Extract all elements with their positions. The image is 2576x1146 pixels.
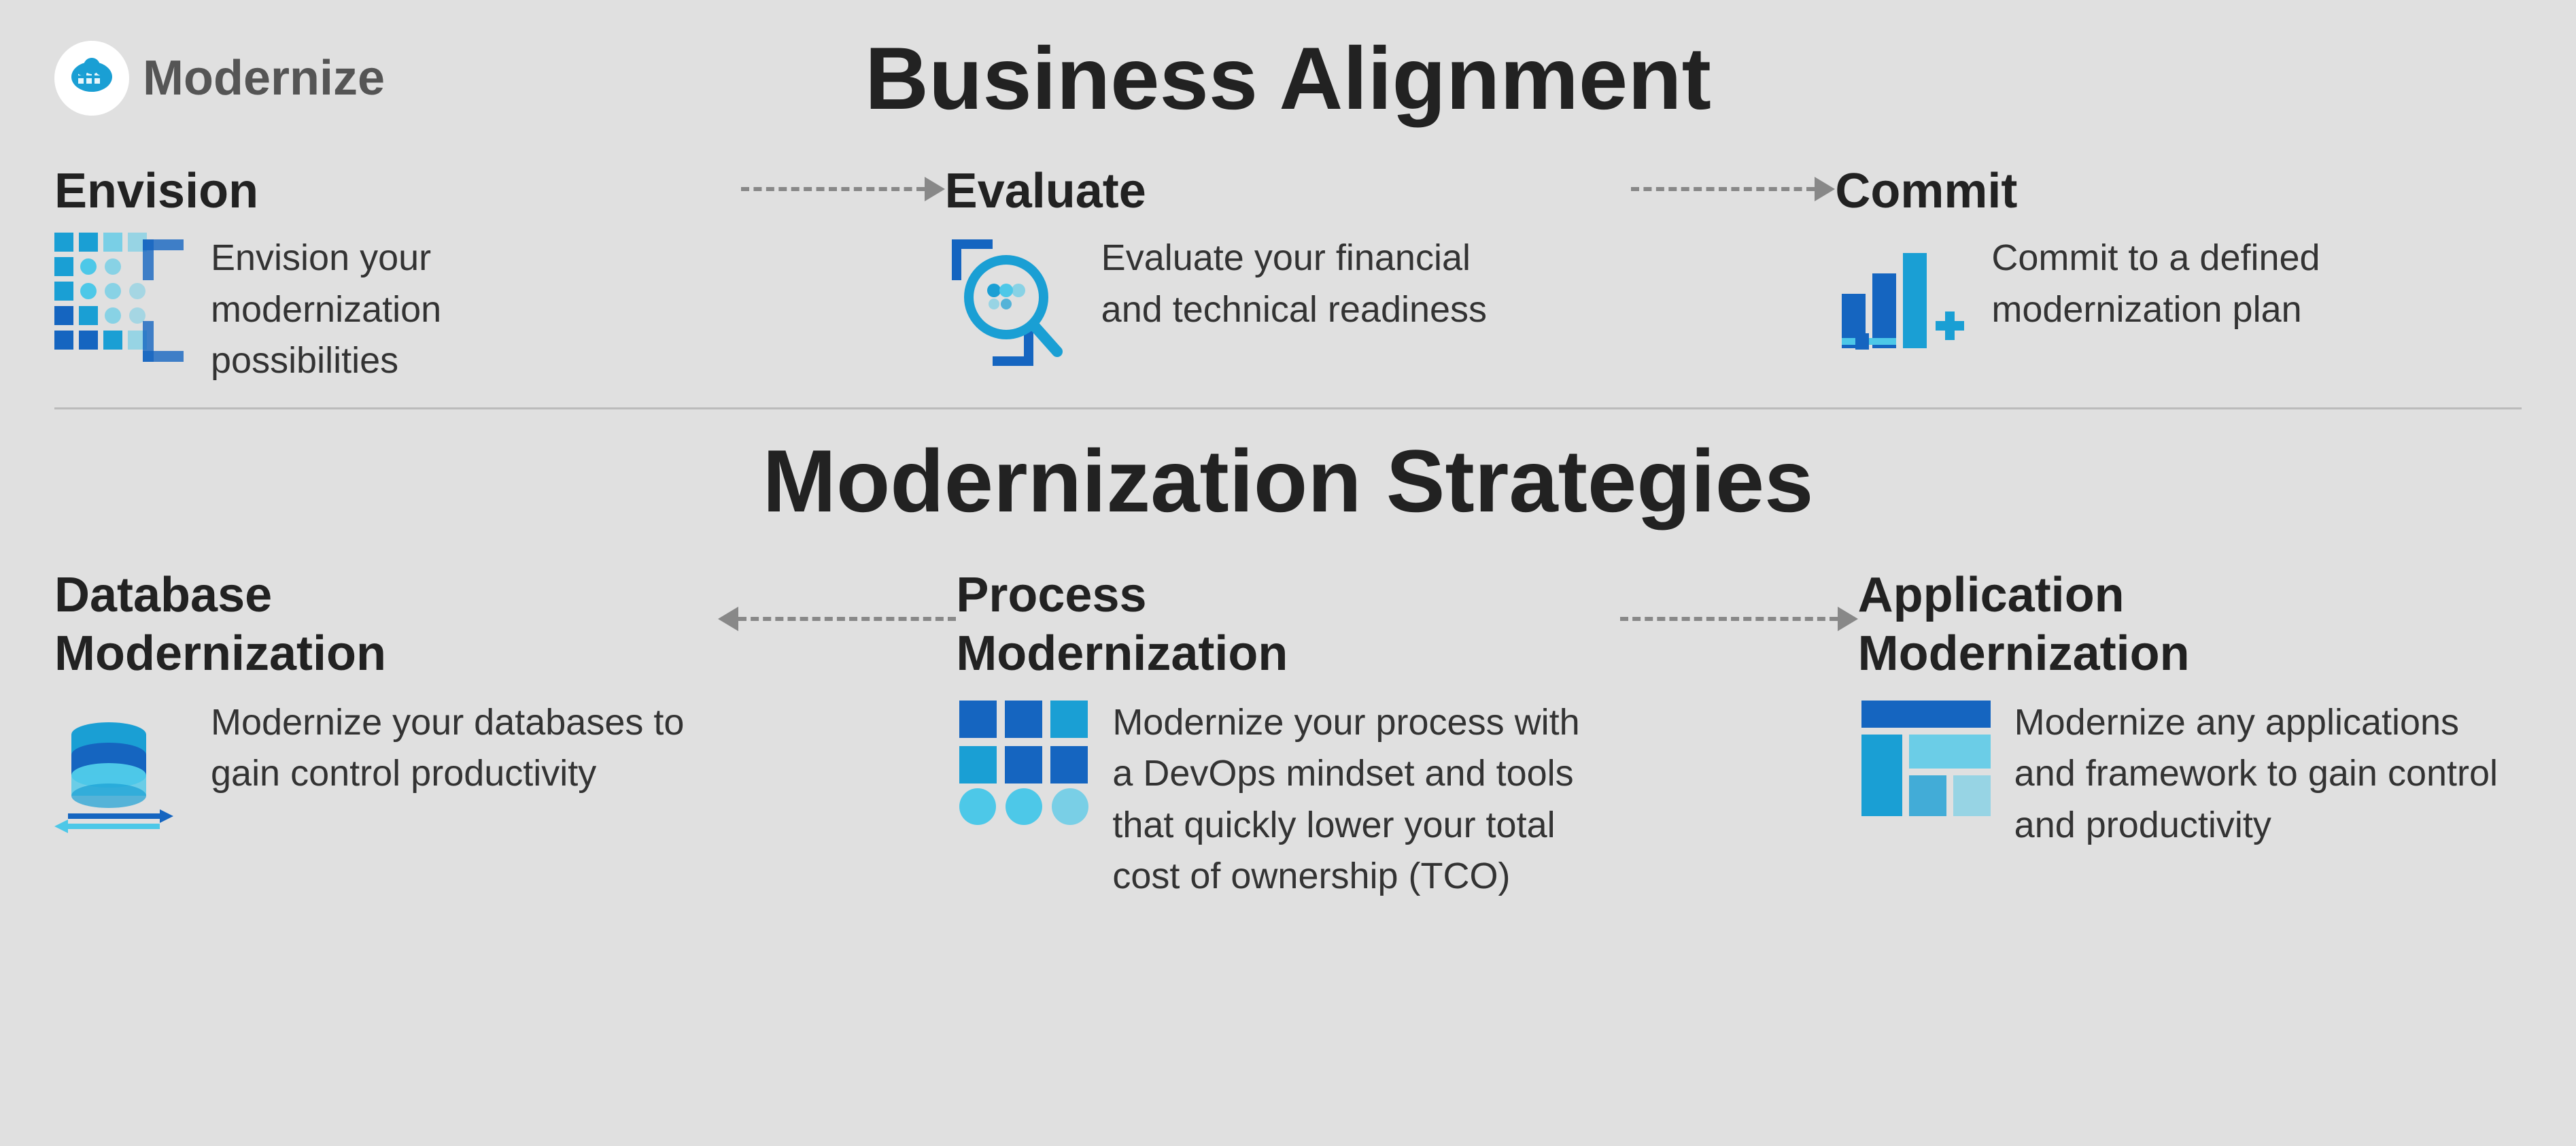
section-divider [54,407,2522,409]
modernization-strategies-row: Database Modernization [54,566,2522,903]
ms-item-process: Process Modernization Mo [956,566,1619,903]
header: Modernize Business Alignment [54,27,2522,129]
ms-item-application: Application Modernization Modernize [1858,566,2522,852]
logo-text: Modernize [143,50,385,106]
ba-item-envision: Envision [54,163,741,387]
dotted-line-2 [1631,187,1815,191]
dotted-line-1 [741,187,925,191]
arrow-right-3 [1838,607,1858,631]
database-text: Modernize your databases to gain control… [211,697,700,800]
arrow-envision-evaluate [741,163,945,201]
database-content: Modernize your databases to gain control… [54,697,700,837]
envision-content: Envision your modernization possibilitie… [54,233,619,387]
arrow-process-application [1620,566,1858,631]
dotted-line-4 [1620,617,1838,621]
envision-text: Envision your modernization possibilitie… [211,233,619,387]
business-alignment-title: Business Alignment [54,27,2522,129]
arrow-right-1 [925,177,945,201]
logo-icon [54,41,129,116]
dotted-line-3 [738,617,956,621]
business-alignment-row: Envision [54,163,2522,387]
process-label: Process Modernization [956,566,1288,684]
application-label: Application Modernization [1858,566,2190,684]
ba-item-evaluate: Evaluate [945,163,1632,386]
arrow-right-2 [1815,177,1835,201]
application-content: Modernize any applications and framework… [1858,697,2504,852]
evaluate-icon [945,233,1081,386]
application-icon [1858,697,1994,823]
ms-item-database: Database Modernization [54,566,718,837]
envision-label: Envision [54,163,258,219]
commit-label: Commit [1835,163,2017,219]
database-icon [54,697,190,837]
evaluate-text: Evaluate your financial and technical re… [1101,233,1509,335]
ba-item-commit: Commit Commit to a defined modernization [1835,163,2522,372]
arrow-database-process [718,566,956,631]
arrow-evaluate-commit [1631,163,1835,201]
modernization-strategies-title: Modernization Strategies [54,430,2522,532]
process-text: Modernize your process with a DevOps min… [1112,697,1602,903]
evaluate-content: Evaluate your financial and technical re… [945,233,1509,386]
evaluate-label: Evaluate [945,163,1146,219]
logo-area: Modernize [54,41,385,116]
commit-icon [1835,233,1971,372]
commit-text: Commit to a defined modernization plan [1991,233,2399,335]
database-label: Database Modernization [54,566,386,684]
arrow-left-1 [718,607,738,631]
envision-icon [54,233,190,372]
process-icon [956,697,1092,837]
process-content: Modernize your process with a DevOps min… [956,697,1602,903]
commit-content: Commit to a defined modernization plan [1835,233,2399,372]
application-text: Modernize any applications and framework… [2014,697,2504,852]
